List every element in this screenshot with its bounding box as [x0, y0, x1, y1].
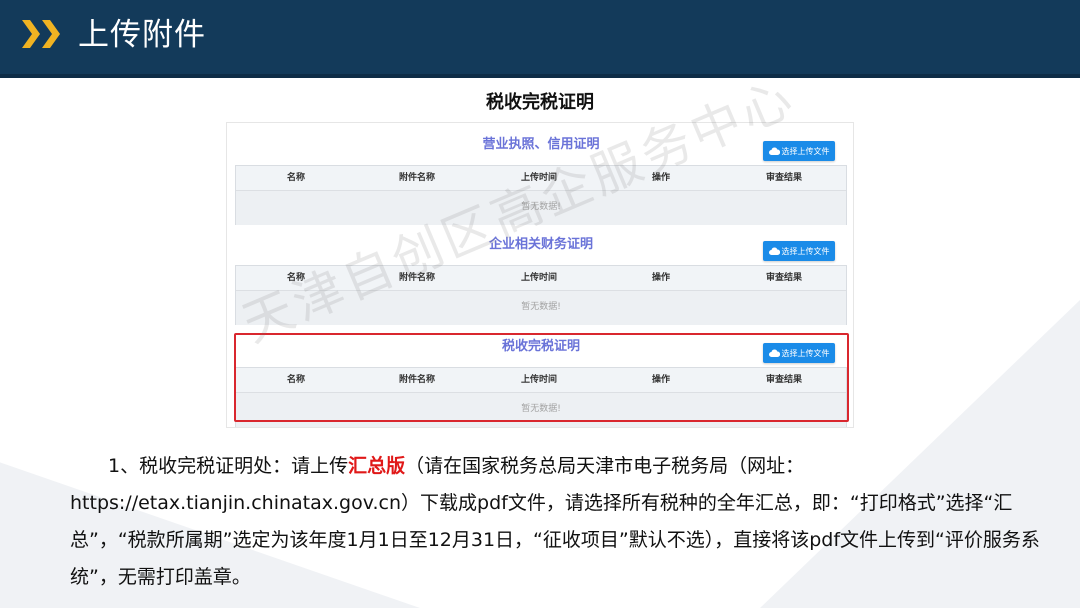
header-divider	[0, 74, 1080, 78]
cloud-upload-icon	[768, 247, 780, 255]
column-header: 审查结果	[765, 173, 802, 183]
column-header: 操作	[651, 273, 670, 283]
upload-file-button[interactable]: 选择上传文件	[763, 241, 835, 261]
cloud-upload-icon	[768, 147, 780, 155]
slide-header: 上传附件	[0, 0, 1080, 74]
column-header: 附件名称	[398, 173, 435, 183]
instruction-highlight: 汇总版	[348, 455, 406, 477]
column-header: 审查结果	[765, 273, 802, 283]
slide-title: 上传附件	[78, 17, 206, 53]
chevron-right-icon	[42, 20, 60, 48]
highlight-box	[234, 333, 849, 422]
screenshot-title: 税收完税证明	[486, 92, 594, 113]
instruction-part1: 1、税收完税证明处：请上传	[108, 455, 349, 477]
column-header: 名称	[286, 173, 305, 183]
instruction-text: 1、税收完税证明处：请上传汇总版（请在国家税务总局天津市电子税务局（网址：htt…	[70, 448, 1050, 596]
upload-button-label: 选择上传文件	[781, 146, 830, 156]
instruction-paragraph: 1、税收完税证明处：请上传汇总版（请在国家税务总局天津市电子税务局（网址：htt…	[70, 448, 1050, 596]
column-header: 上传时间	[520, 273, 557, 283]
upload-button-label: 选择上传文件	[781, 246, 830, 256]
chevron-right-icon	[22, 20, 40, 48]
upload-file-button[interactable]: 选择上传文件	[763, 141, 835, 161]
